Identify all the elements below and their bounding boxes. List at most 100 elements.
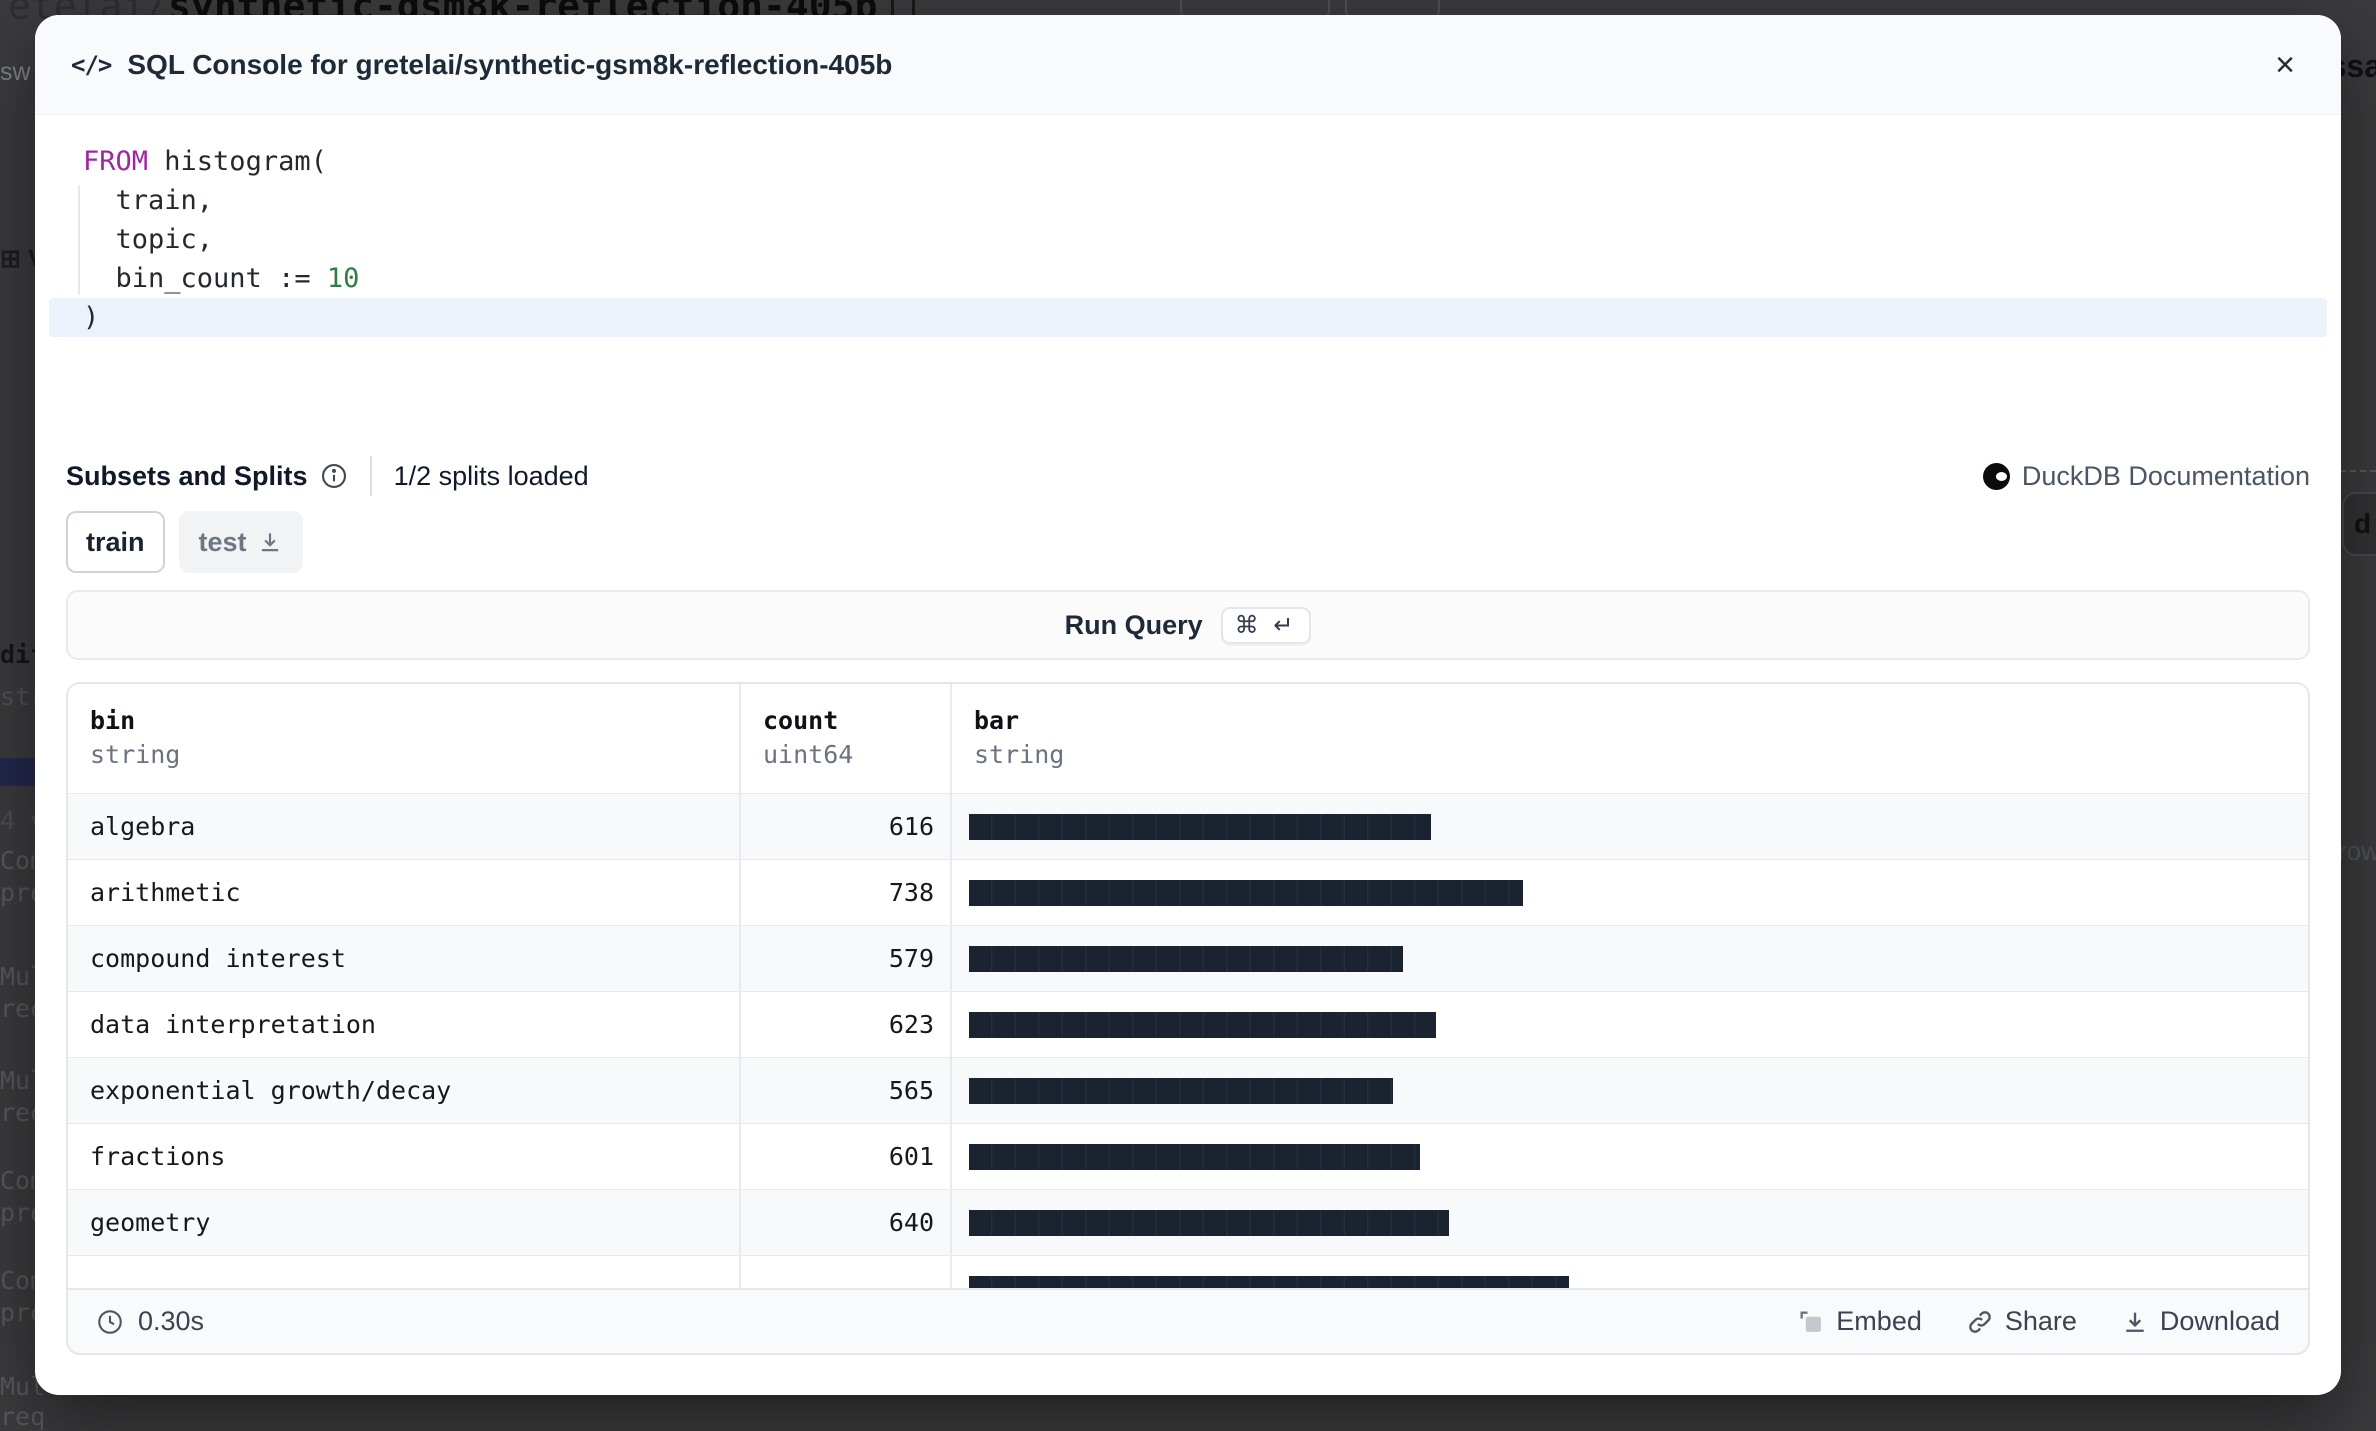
cell-bin: geometry: [68, 1190, 739, 1255]
cell-bar: [950, 1190, 2308, 1255]
histogram-bar: [969, 1210, 1449, 1236]
duckdb-doc-link[interactable]: DuckDB Documentation: [1983, 461, 2310, 492]
cell-count: 565: [739, 1058, 950, 1123]
cell-count: 601: [739, 1124, 950, 1189]
code-icon: </>: [71, 51, 111, 79]
table-row[interactable]: exponential growth/decay 565: [68, 1058, 2308, 1124]
divider: [370, 456, 372, 496]
cell-bin: [68, 1256, 739, 1288]
cell-count: 738: [739, 860, 950, 925]
code-line[interactable]: bin_count := 10: [83, 259, 2341, 298]
background-divider: [2340, 470, 2376, 472]
share-label: Share: [2005, 1306, 2077, 1337]
download-icon: [257, 529, 283, 555]
column-name: bin: [90, 706, 739, 735]
cell-bar: [950, 1124, 2308, 1189]
cell-bin: exponential growth/decay: [68, 1058, 739, 1123]
download-icon: [2121, 1308, 2149, 1336]
column-header-count[interactable]: count uint64: [739, 684, 950, 793]
code-line[interactable]: FROM histogram(: [83, 142, 2341, 181]
histogram-bar: [969, 814, 1431, 840]
background-fragment: row: [2338, 836, 2376, 867]
column-name: count: [763, 706, 950, 735]
cell-count: 579: [739, 926, 950, 991]
results-table: bin string count uint64 bar string algeb…: [66, 682, 2310, 1355]
split-buttons: train test: [35, 511, 2341, 573]
close-icon[interactable]: ×: [2265, 44, 2305, 86]
column-name: bar: [974, 706, 2308, 735]
cell-count: 623: [739, 992, 950, 1057]
column-type: uint64: [763, 740, 950, 769]
table-header: bin string count uint64 bar string: [68, 684, 2308, 794]
cell-count: [739, 1256, 950, 1288]
code-line[interactable]: ): [83, 298, 2341, 337]
background-selection-bar: [0, 758, 35, 786]
download-button[interactable]: Download: [2121, 1306, 2280, 1337]
split-button-label: train: [86, 527, 145, 558]
table-row[interactable]: algebra 616: [68, 794, 2308, 860]
splits-row: Subsets and Splits 1/2 splits loaded Duc…: [35, 455, 2341, 497]
table-body: algebra 616 arithmetic 738 compound inte…: [68, 794, 2308, 1288]
duckdb-logo-icon: [1983, 463, 2010, 490]
cell-bar: [950, 794, 2308, 859]
info-icon[interactable]: [320, 462, 348, 490]
share-button[interactable]: Share: [1966, 1306, 2077, 1337]
background-fragment: req: [0, 1402, 45, 1431]
column-header-bin[interactable]: bin string: [68, 684, 739, 793]
clock-icon: [96, 1308, 124, 1336]
background-fragment: d: [2342, 492, 2376, 556]
indent-guide: [78, 185, 80, 295]
cell-bin: data interpretation: [68, 992, 739, 1057]
cell-bar: [950, 1256, 2308, 1288]
query-time: 0.30s: [96, 1306, 204, 1337]
table-row[interactable]: arithmetic 738: [68, 860, 2308, 926]
cell-count: 640: [739, 1190, 950, 1255]
table-row[interactable]: fractions 601: [68, 1124, 2308, 1190]
column-header-bar[interactable]: bar string: [950, 684, 2308, 793]
embed-button[interactable]: Embed: [1797, 1306, 1922, 1337]
cell-count: 616: [739, 794, 950, 859]
download-label: Download: [2160, 1306, 2280, 1337]
modal-header: </> SQL Console for gretelai/synthetic-g…: [35, 15, 2341, 115]
kbd-shortcut: ⌘ ↵: [1221, 607, 1312, 644]
splits-heading: Subsets and Splits: [66, 461, 308, 492]
split-button-test[interactable]: test: [179, 511, 303, 573]
code-line[interactable]: train,: [83, 181, 2341, 220]
table-row[interactable]: data interpretation 623: [68, 992, 2308, 1058]
cell-bar: [950, 860, 2308, 925]
cell-bar: [950, 1058, 2308, 1123]
split-button-train[interactable]: train: [66, 511, 165, 573]
table-row[interactable]: geometry 640: [68, 1190, 2308, 1256]
cell-bar: [950, 992, 2308, 1057]
cell-bar: [950, 926, 2308, 991]
cell-bin: fractions: [68, 1124, 739, 1189]
histogram-bar: [969, 1078, 1393, 1104]
table-footer: 0.30s Embed S: [68, 1288, 2308, 1353]
histogram-bar: [969, 946, 1403, 972]
query-time-value: 0.30s: [138, 1306, 204, 1337]
histogram-bar: [969, 880, 1523, 906]
sql-editor[interactable]: FROM histogram( train, topic, bin_count …: [35, 115, 2341, 435]
embed-icon: [1797, 1308, 1825, 1336]
code-lines: FROM histogram( train, topic, bin_count …: [83, 142, 2341, 337]
sql-console-modal: </> SQL Console for gretelai/synthetic-g…: [35, 15, 2341, 1395]
footer-actions: Embed Share Download: [1797, 1306, 2280, 1337]
split-button-label: test: [199, 527, 247, 558]
table-row[interactable]: compound interest 579: [68, 926, 2308, 992]
cell-bin: arithmetic: [68, 860, 739, 925]
run-query-label: Run Query: [1065, 610, 1203, 641]
code-line[interactable]: topic,: [83, 220, 2341, 259]
background-fragment: sw: [0, 58, 31, 87]
embed-label: Embed: [1836, 1306, 1922, 1337]
table-row[interactable]: [68, 1256, 2308, 1288]
run-query-button[interactable]: Run Query ⌘ ↵: [66, 590, 2310, 660]
histogram-bar: [969, 1012, 1436, 1038]
cell-bin: compound interest: [68, 926, 739, 991]
column-type: string: [90, 740, 739, 769]
share-link-icon: [1966, 1308, 1994, 1336]
histogram-bar: [969, 1276, 1569, 1288]
column-type: string: [974, 740, 2308, 769]
modal-title: SQL Console for gretelai/synthetic-gsm8k…: [127, 49, 2265, 81]
histogram-bar: [969, 1144, 1420, 1170]
duckdb-doc-label: DuckDB Documentation: [2022, 461, 2310, 492]
